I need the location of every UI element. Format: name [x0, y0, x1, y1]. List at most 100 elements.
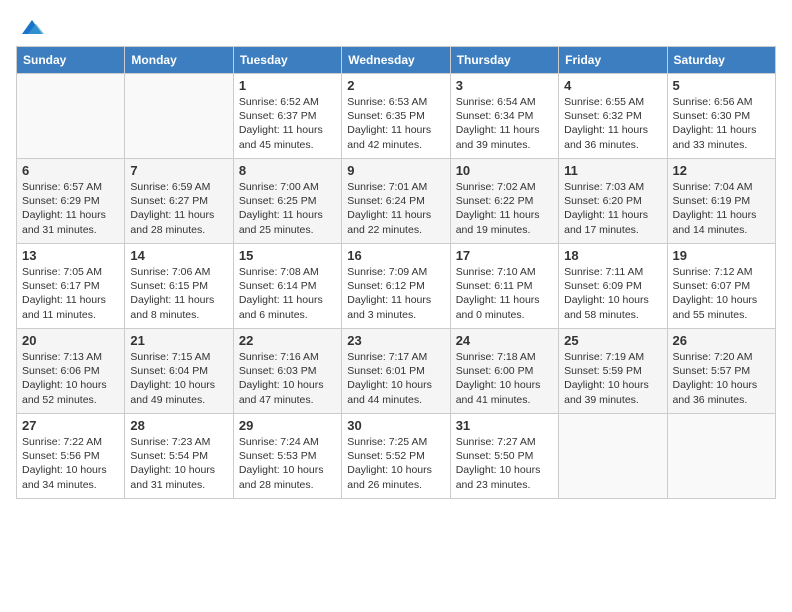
- day-number: 20: [22, 333, 119, 348]
- calendar-cell: 3 Sunrise: 6:54 AM Sunset: 6:34 PM Daylig…: [450, 74, 558, 159]
- day-number: 29: [239, 418, 336, 433]
- calendar-week-2: 6 Sunrise: 6:57 AM Sunset: 6:29 PM Daylig…: [17, 159, 776, 244]
- day-header-tuesday: Tuesday: [233, 47, 341, 74]
- calendar-cell: [125, 74, 233, 159]
- day-number: 5: [673, 78, 770, 93]
- day-number: 16: [347, 248, 444, 263]
- cell-content: Sunrise: 7:01 AM Sunset: 6:24 PM Dayligh…: [347, 180, 444, 237]
- day-header-sunday: Sunday: [17, 47, 125, 74]
- calendar-cell: 14 Sunrise: 7:06 AM Sunset: 6:15 PM Dayli…: [125, 244, 233, 329]
- day-number: 9: [347, 163, 444, 178]
- day-number: 21: [130, 333, 227, 348]
- cell-content: Sunrise: 6:55 AM Sunset: 6:32 PM Dayligh…: [564, 95, 661, 152]
- logo-icon: [18, 16, 46, 38]
- cell-content: Sunrise: 7:09 AM Sunset: 6:12 PM Dayligh…: [347, 265, 444, 322]
- calendar-cell: [667, 414, 775, 499]
- calendar-cell: [17, 74, 125, 159]
- cell-content: Sunrise: 7:02 AM Sunset: 6:22 PM Dayligh…: [456, 180, 553, 237]
- calendar-week-3: 13Sunrise: 7:05 AM Sunset: 6:17 PM Dayli…: [17, 244, 776, 329]
- calendar-table: SundayMondayTuesdayWednesdayThursdayFrid…: [16, 46, 776, 499]
- calendar-cell: 6 Sunrise: 6:57 AM Sunset: 6:29 PM Daylig…: [17, 159, 125, 244]
- cell-content: Sunrise: 7:10 AM Sunset: 6:11 PM Dayligh…: [456, 265, 553, 322]
- calendar-cell: 25Sunrise: 7:19 AM Sunset: 5:59 PM Dayli…: [559, 329, 667, 414]
- calendar-cell: 12 Sunrise: 7:04 AM Sunset: 6:19 PM Dayli…: [667, 159, 775, 244]
- day-number: 4: [564, 78, 661, 93]
- calendar-cell: 19Sunrise: 7:12 AM Sunset: 6:07 PM Dayli…: [667, 244, 775, 329]
- day-number: 31: [456, 418, 553, 433]
- calendar-cell: 16 Sunrise: 7:09 AM Sunset: 6:12 PM Dayli…: [342, 244, 450, 329]
- cell-content: Sunrise: 7:25 AM Sunset: 5:52 PM Dayligh…: [347, 435, 444, 492]
- calendar-cell: 4 Sunrise: 6:55 AM Sunset: 6:32 PM Daylig…: [559, 74, 667, 159]
- calendar-cell: 29 Sunrise: 7:24 AM Sunset: 5:53 PM Dayli…: [233, 414, 341, 499]
- day-number: 12: [673, 163, 770, 178]
- calendar-cell: 30 Sunrise: 7:25 AM Sunset: 5:52 PM Dayli…: [342, 414, 450, 499]
- cell-content: Sunrise: 7:13 AM Sunset: 6:06 PM Dayligh…: [22, 350, 119, 407]
- page-header: [16, 16, 776, 34]
- cell-content: Sunrise: 6:53 AM Sunset: 6:35 PM Dayligh…: [347, 95, 444, 152]
- day-number: 11: [564, 163, 661, 178]
- calendar-cell: 15 Sunrise: 7:08 AM Sunset: 6:14 PM Dayli…: [233, 244, 341, 329]
- cell-content: Sunrise: 6:52 AM Sunset: 6:37 PM Dayligh…: [239, 95, 336, 152]
- calendar-cell: 23Sunrise: 7:17 AM Sunset: 6:01 PM Dayli…: [342, 329, 450, 414]
- calendar-week-1: 1 Sunrise: 6:52 AM Sunset: 6:37 PM Daylig…: [17, 74, 776, 159]
- day-header-saturday: Saturday: [667, 47, 775, 74]
- day-number: 15: [239, 248, 336, 263]
- cell-content: Sunrise: 7:03 AM Sunset: 6:20 PM Dayligh…: [564, 180, 661, 237]
- day-number: 6: [22, 163, 119, 178]
- calendar-cell: 21 Sunrise: 7:15 AM Sunset: 6:04 PM Dayli…: [125, 329, 233, 414]
- cell-content: Sunrise: 7:22 AM Sunset: 5:56 PM Dayligh…: [22, 435, 119, 492]
- calendar-cell: 5 Sunrise: 6:56 AM Sunset: 6:30 PM Daylig…: [667, 74, 775, 159]
- day-number: 27: [22, 418, 119, 433]
- day-number: 24: [456, 333, 553, 348]
- calendar-cell: 20 Sunrise: 7:13 AM Sunset: 6:06 PM Dayli…: [17, 329, 125, 414]
- cell-content: Sunrise: 7:04 AM Sunset: 6:19 PM Dayligh…: [673, 180, 770, 237]
- cell-content: Sunrise: 7:08 AM Sunset: 6:14 PM Dayligh…: [239, 265, 336, 322]
- calendar-cell: 2 Sunrise: 6:53 AM Sunset: 6:35 PM Daylig…: [342, 74, 450, 159]
- day-number: 26: [673, 333, 770, 348]
- cell-content: Sunrise: 7:12 AM Sunset: 6:07 PM Dayligh…: [673, 265, 770, 322]
- day-number: 14: [130, 248, 227, 263]
- cell-content: Sunrise: 7:18 AM Sunset: 6:00 PM Dayligh…: [456, 350, 553, 407]
- cell-content: Sunrise: 6:54 AM Sunset: 6:34 PM Dayligh…: [456, 95, 553, 152]
- day-number: 1: [239, 78, 336, 93]
- cell-content: Sunrise: 7:23 AM Sunset: 5:54 PM Dayligh…: [130, 435, 227, 492]
- calendar-cell: 9 Sunrise: 7:01 AM Sunset: 6:24 PM Daylig…: [342, 159, 450, 244]
- day-header-wednesday: Wednesday: [342, 47, 450, 74]
- cell-content: Sunrise: 7:16 AM Sunset: 6:03 PM Dayligh…: [239, 350, 336, 407]
- calendar-cell: 10 Sunrise: 7:02 AM Sunset: 6:22 PM Dayli…: [450, 159, 558, 244]
- cell-content: Sunrise: 7:24 AM Sunset: 5:53 PM Dayligh…: [239, 435, 336, 492]
- calendar-week-5: 27 Sunrise: 7:22 AM Sunset: 5:56 PM Dayli…: [17, 414, 776, 499]
- calendar-cell: 17Sunrise: 7:10 AM Sunset: 6:11 PM Dayli…: [450, 244, 558, 329]
- cell-content: Sunrise: 6:57 AM Sunset: 6:29 PM Dayligh…: [22, 180, 119, 237]
- cell-content: Sunrise: 6:59 AM Sunset: 6:27 PM Dayligh…: [130, 180, 227, 237]
- day-header-thursday: Thursday: [450, 47, 558, 74]
- day-number: 3: [456, 78, 553, 93]
- cell-content: Sunrise: 6:56 AM Sunset: 6:30 PM Dayligh…: [673, 95, 770, 152]
- day-number: 23: [347, 333, 444, 348]
- day-header-friday: Friday: [559, 47, 667, 74]
- calendar-cell: 11 Sunrise: 7:03 AM Sunset: 6:20 PM Dayli…: [559, 159, 667, 244]
- calendar-cell: 18 Sunrise: 7:11 AM Sunset: 6:09 PM Dayli…: [559, 244, 667, 329]
- calendar-week-4: 20 Sunrise: 7:13 AM Sunset: 6:06 PM Dayli…: [17, 329, 776, 414]
- day-number: 7: [130, 163, 227, 178]
- cell-content: Sunrise: 7:06 AM Sunset: 6:15 PM Dayligh…: [130, 265, 227, 322]
- day-number: 18: [564, 248, 661, 263]
- day-header-monday: Monday: [125, 47, 233, 74]
- day-number: 8: [239, 163, 336, 178]
- calendar-cell: 28 Sunrise: 7:23 AM Sunset: 5:54 PM Dayli…: [125, 414, 233, 499]
- cell-content: Sunrise: 7:15 AM Sunset: 6:04 PM Dayligh…: [130, 350, 227, 407]
- calendar-cell: 24 Sunrise: 7:18 AM Sunset: 6:00 PM Dayli…: [450, 329, 558, 414]
- header-row: SundayMondayTuesdayWednesdayThursdayFrid…: [17, 47, 776, 74]
- calendar-cell: 22Sunrise: 7:16 AM Sunset: 6:03 PM Dayli…: [233, 329, 341, 414]
- day-number: 10: [456, 163, 553, 178]
- cell-content: Sunrise: 7:11 AM Sunset: 6:09 PM Dayligh…: [564, 265, 661, 322]
- day-number: 30: [347, 418, 444, 433]
- day-number: 25: [564, 333, 661, 348]
- calendar-cell: 1 Sunrise: 6:52 AM Sunset: 6:37 PM Daylig…: [233, 74, 341, 159]
- cell-content: Sunrise: 7:27 AM Sunset: 5:50 PM Dayligh…: [456, 435, 553, 492]
- calendar-cell: 27 Sunrise: 7:22 AM Sunset: 5:56 PM Dayli…: [17, 414, 125, 499]
- calendar-cell: 13Sunrise: 7:05 AM Sunset: 6:17 PM Dayli…: [17, 244, 125, 329]
- day-number: 28: [130, 418, 227, 433]
- day-number: 2: [347, 78, 444, 93]
- calendar-cell: 26Sunrise: 7:20 AM Sunset: 5:57 PM Dayli…: [667, 329, 775, 414]
